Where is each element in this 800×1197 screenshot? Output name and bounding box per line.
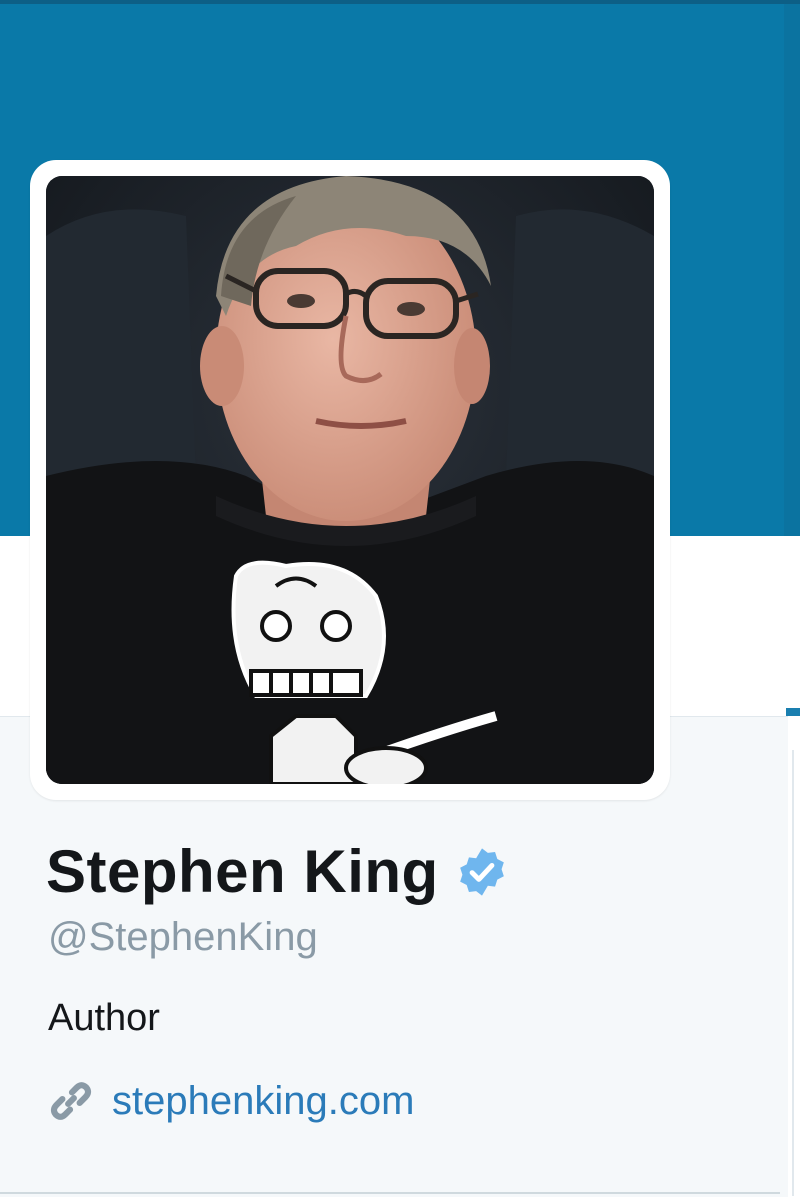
avatar[interactable] — [46, 176, 654, 784]
profile-bio: Author — [48, 997, 160, 1039]
banner-edge — [784, 4, 800, 536]
right-column — [788, 716, 800, 1196]
card-bottom-divider — [0, 1192, 780, 1194]
profile-name[interactable]: Stephen King — [46, 836, 439, 908]
right-column-divider — [792, 750, 794, 1196]
profile-url-row: stephenking.com — [48, 1076, 414, 1126]
avatar-frame[interactable] — [30, 160, 670, 800]
profile-handle[interactable]: @StephenKing — [48, 912, 318, 962]
avatar-image — [46, 176, 654, 784]
profile-website-link[interactable]: stephenking.com — [112, 1076, 414, 1126]
verified-badge-icon — [459, 848, 504, 896]
profile-name-row: Stephen King — [46, 836, 509, 908]
link-icon — [50, 1082, 92, 1120]
